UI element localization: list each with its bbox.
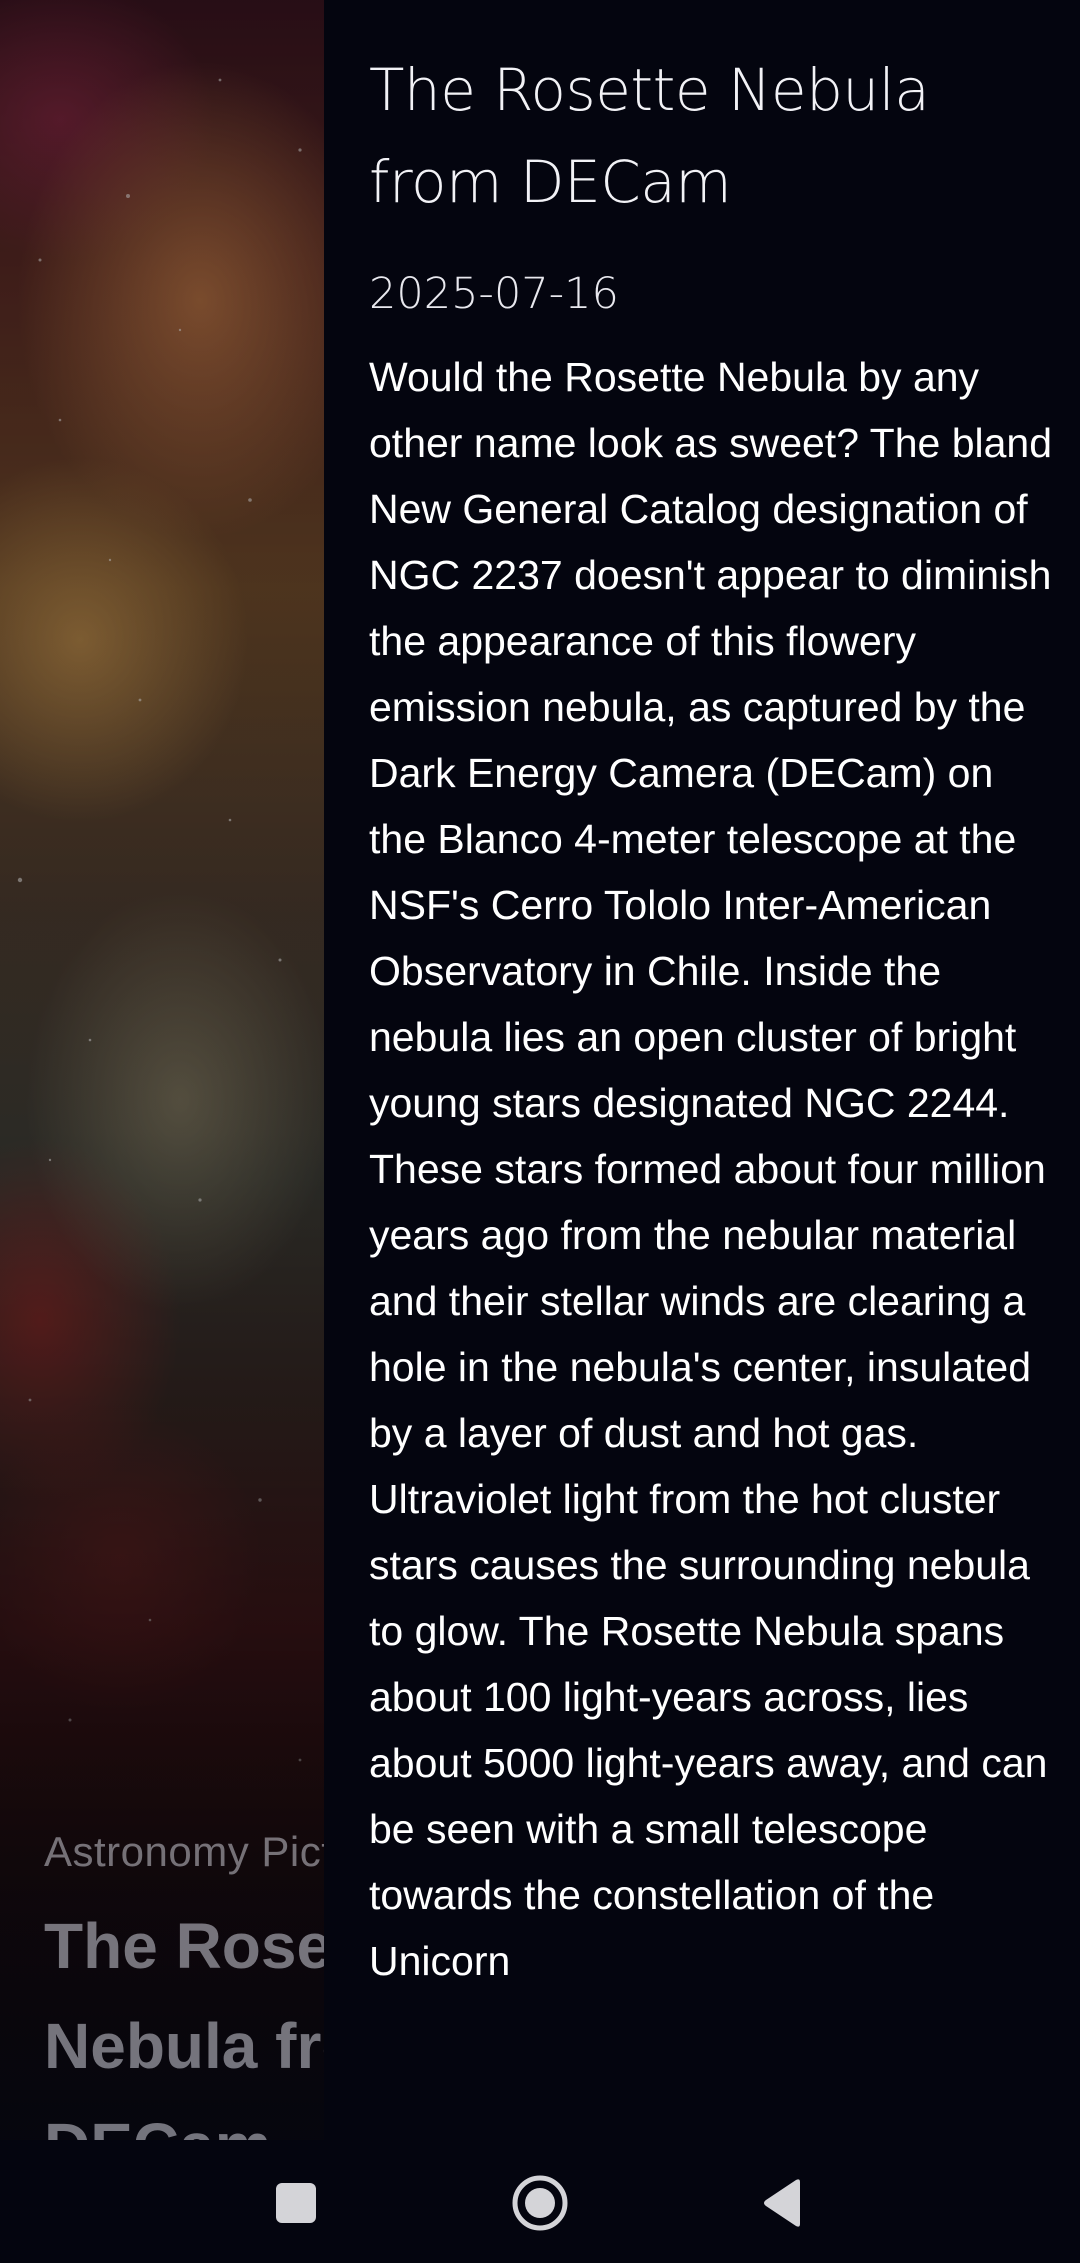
detail-content: The Rosette Nebula from DECam 2025-07-16…	[369, 44, 1059, 1994]
detail-drawer[interactable]: The Rosette Nebula from DECam 2025-07-16…	[324, 0, 1080, 2263]
recents-button[interactable]	[256, 2168, 336, 2238]
back-button[interactable]	[744, 2168, 824, 2238]
circle-home-icon	[512, 2175, 568, 2231]
system-navigation-bar	[0, 2140, 1080, 2263]
triangle-back-icon	[764, 2179, 800, 2227]
card-subtitle: Astronomy Picture of the Day	[44, 1828, 344, 1875]
detail-explanation: Would the Rosette Nebula by any other na…	[369, 354, 1053, 1984]
home-button[interactable]	[500, 2168, 580, 2238]
app-screen: Astronomy Picture of the Day The Rosette…	[0, 0, 1080, 2263]
square-recents-icon	[276, 2183, 316, 2223]
detail-date: 2025-07-16	[369, 269, 619, 319]
detail-title: The Rosette Nebula from DECam	[369, 56, 930, 216]
